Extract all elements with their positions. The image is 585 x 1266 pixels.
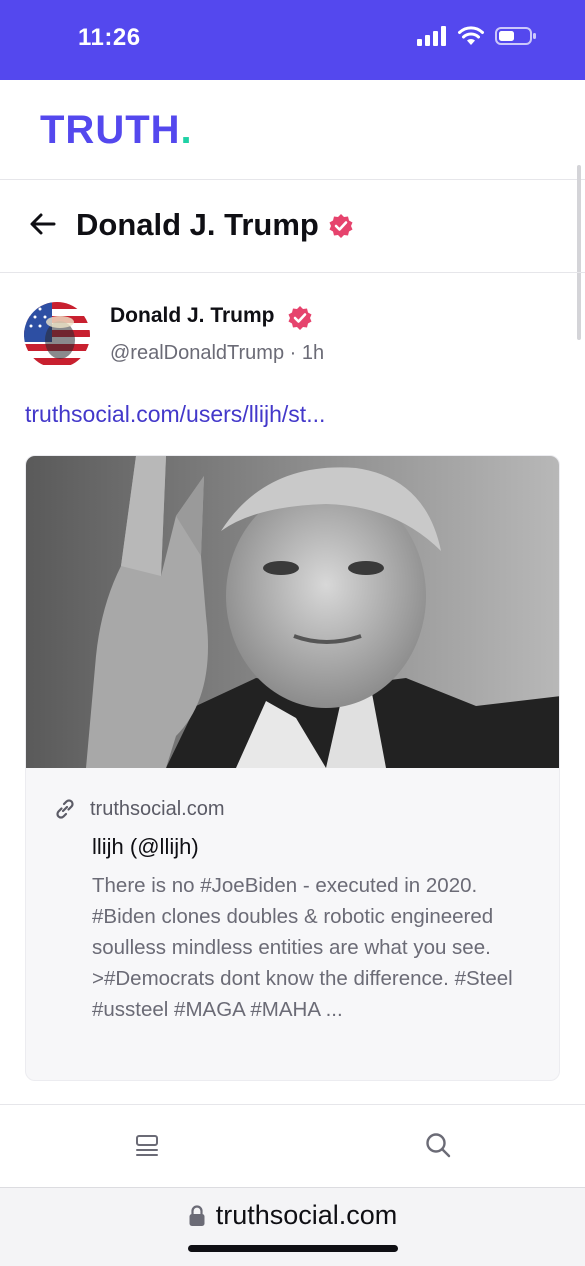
author-handle[interactable]: @realDonaldTrump: [110, 342, 284, 364]
status-time: 11:26: [78, 24, 141, 51]
post-link[interactable]: truthsocial.com/users/llijh/st...: [25, 401, 325, 428]
link-preview-card[interactable]: truthsocial.com llijh (@llijh) There is …: [25, 455, 560, 1081]
feed-icon[interactable]: [134, 1133, 160, 1159]
avatar-image: [24, 302, 90, 368]
url-display[interactable]: truthsocial.com: [0, 1200, 585, 1231]
back-arrow-icon[interactable]: [28, 209, 58, 239]
logo-wordmark: TRUTH: [40, 108, 181, 152]
cellular-signal-icon: [417, 26, 446, 46]
link-icon: [56, 799, 74, 819]
card-image: [26, 456, 559, 768]
post-timestamp[interactable]: 1h: [302, 342, 324, 364]
author-name[interactable]: Donald J. Trump: [110, 304, 275, 328]
profile-header: Donald J. Trump: [0, 181, 585, 273]
browser-url-bar[interactable]: truthsocial.com: [0, 1187, 585, 1266]
truth-logo[interactable]: TRUTH.: [40, 108, 193, 153]
battery-icon: [495, 27, 536, 45]
logo-dot: .: [180, 108, 193, 152]
author-avatar[interactable]: [24, 302, 90, 368]
meta-separator: ·: [289, 342, 297, 364]
home-indicator[interactable]: [188, 1245, 398, 1252]
lock-icon: [189, 1204, 205, 1226]
verified-badge-icon: [288, 306, 312, 330]
status-bar: 11:26: [0, 0, 585, 80]
author-handle-line: @realDonaldTrump · 1h: [110, 342, 324, 365]
card-domain: truthsocial.com: [90, 797, 225, 820]
page-title: Donald J. Trump: [76, 207, 319, 242]
verified-badge-icon: [329, 214, 353, 238]
wifi-icon: [458, 26, 484, 45]
app-header: TRUTH.: [0, 80, 585, 180]
card-description: There is no #JoeBiden - executed in 2020…: [92, 874, 513, 1021]
card-meta: truthsocial.com: [52, 796, 225, 822]
status-icons: [417, 26, 537, 46]
bottom-nav: [0, 1104, 585, 1186]
search-icon[interactable]: [424, 1131, 452, 1159]
card-title: llijh (@llijh): [92, 834, 199, 859]
url-text[interactable]: truthsocial.com: [216, 1200, 398, 1231]
